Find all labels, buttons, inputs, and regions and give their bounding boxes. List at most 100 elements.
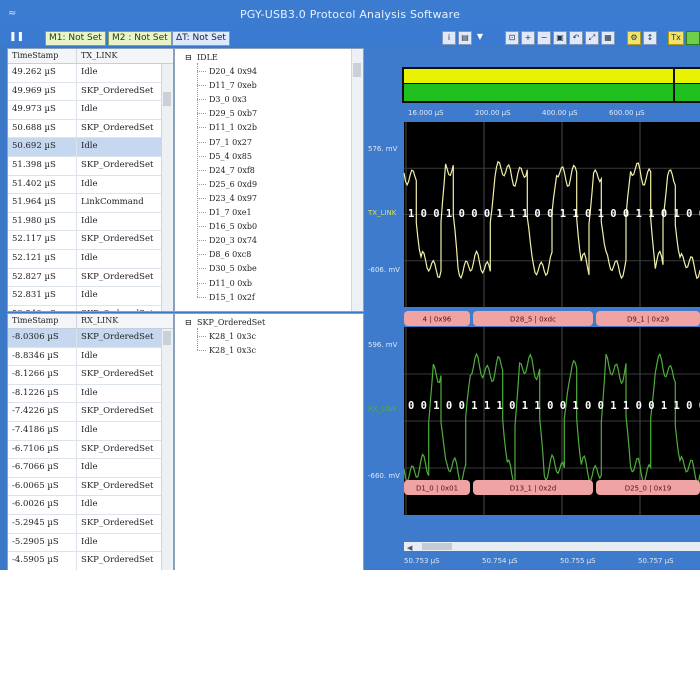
table-row[interactable]: 52.827 µS SKP_OrderedSet	[8, 268, 173, 288]
tree-connector	[197, 113, 206, 115]
grid-icon[interactable]: ▦	[601, 31, 615, 45]
tree-connector	[197, 240, 206, 242]
rx-table-body: -8.0306 µS SKP_OrderedSet -8.8346 µS Idle -8…	[8, 329, 173, 570]
overview-tick-label: 600.00 µS	[609, 109, 645, 117]
table-row[interactable]: -6.0026 µS Idle	[8, 496, 173, 515]
tx-tree-scrollbar[interactable]	[351, 49, 363, 311]
tree-connector	[197, 350, 206, 351]
zoom-out-icon[interactable]: −	[537, 31, 551, 45]
table-row[interactable]: -7.4226 µS SKP_OrderedSet	[8, 403, 173, 422]
tx-table-scrollbar[interactable]	[161, 64, 173, 311]
tx-decode-tree: ⊟ IDLE D20_4 0x94 D11_7 0xeb D3_0 0x3 D29_5…	[174, 48, 364, 312]
tree-item[interactable]: D1_7 0xe1	[209, 208, 252, 217]
table-row[interactable]: 49.973 µS Idle	[8, 101, 173, 120]
table-row[interactable]: -6.7106 µS SKP_OrderedSet	[8, 440, 173, 460]
tree-item[interactable]: D20_4 0x94	[209, 67, 257, 76]
table-row[interactable]: -6.7066 µS Idle	[8, 459, 173, 478]
tree-item[interactable]: D20_3 0x74	[209, 236, 257, 245]
row-timestamp: -5.2905 µS	[8, 533, 77, 552]
tree-item[interactable]: D23_4 0x97	[209, 194, 257, 203]
row-timestamp: 51.402 µS	[8, 175, 77, 194]
table-row[interactable]: 51.398 µS SKP_OrderedSet	[8, 156, 173, 176]
table-row[interactable]: -5.2905 µS Idle	[8, 533, 173, 553]
sort-icon[interactable]: ↕	[643, 31, 657, 45]
tree-item[interactable]: D15_1 0x2f	[209, 293, 255, 302]
tree-connector	[197, 183, 206, 185]
time-tick-label: 50.755 µS	[560, 557, 596, 565]
tree-connector	[197, 85, 206, 87]
undo-icon[interactable]: ↶	[569, 31, 583, 45]
settings-icon[interactable]: ⚙	[627, 31, 641, 45]
rx-tree-collapse-icon[interactable]: ⊟	[185, 318, 192, 327]
tree-item[interactable]: K28_1 0x3c	[209, 346, 256, 355]
tx-tree-root[interactable]: IDLE	[197, 53, 218, 62]
tree-item[interactable]: D16_5 0xb0	[209, 222, 257, 231]
tree-item[interactable]: D25_6 0xd9	[209, 180, 257, 189]
table-row[interactable]: 51.964 µS LinkCommand	[8, 194, 173, 213]
table-row[interactable]: 52.117 µS SKP_OrderedSet	[8, 231, 173, 250]
tree-item[interactable]: D7_1 0x27	[209, 138, 252, 147]
tx-tree-scroll-thumb[interactable]	[353, 63, 361, 77]
table-row[interactable]: 52.121 µS Idle	[8, 249, 173, 269]
tree-connector	[197, 99, 206, 101]
marker-m2-button[interactable]: M2 : Not Set	[108, 31, 172, 46]
tree-item[interactable]: K28_1 0x3c	[209, 332, 256, 341]
row-timestamp: -6.7106 µS	[8, 440, 77, 459]
zoom-fit-icon[interactable]: ⊡	[505, 31, 519, 45]
table-row[interactable]: -6.0065 µS SKP_OrderedSet	[8, 477, 173, 497]
tree-item[interactable]: D11_0 0xb	[209, 279, 252, 288]
tree-item[interactable]: D29_5 0xb7	[209, 109, 257, 118]
pdf-icon[interactable]: ▤	[458, 31, 472, 45]
zoom-in-icon[interactable]: +	[521, 31, 535, 45]
expand-icon[interactable]: ⤢	[585, 31, 599, 45]
row-timestamp: -8.8346 µS	[8, 347, 77, 366]
table-row[interactable]: 50.692 µS Idle	[8, 138, 173, 157]
tree-item[interactable]: D11_1 0x2b	[209, 123, 257, 132]
table-row[interactable]: 52.831 µS Idle	[8, 287, 173, 306]
row-timestamp: 49.969 µS	[8, 82, 77, 101]
marker-m1-button[interactable]: M1: Not Set	[45, 31, 106, 46]
delta-t-button[interactable]: ΔT: Not Set	[172, 31, 230, 46]
tx-scroll-thumb[interactable]	[163, 92, 171, 106]
tx-symbol-segments: 4 | 0x96 D28_5 | 0xdc D9_1 | 0x29	[404, 311, 700, 326]
table-row[interactable]: -8.8346 µS Idle	[8, 347, 173, 367]
tx-tree-collapse-icon[interactable]: ⊟	[185, 53, 192, 62]
tree-connector	[197, 63, 199, 297]
tx-col-event[interactable]: TX_LINK	[77, 49, 117, 63]
tree-connector	[197, 282, 206, 284]
tree-item[interactable]: D11_7 0xeb	[209, 81, 257, 90]
rx-icon[interactable]	[686, 31, 700, 45]
waveform-svg[interactable]: 16.000 µS 200.00 µS 400.00 µS 600.00 µS 576…	[364, 47, 700, 570]
rx-col-event[interactable]: RX_LINK	[77, 314, 118, 328]
table-row[interactable]: -8.1226 µS Idle	[8, 384, 173, 404]
filter-icon[interactable]: ▼	[474, 31, 486, 43]
row-event: SKP_OrderedSet	[81, 555, 154, 566]
table-row[interactable]: 51.980 µS Idle	[8, 212, 173, 232]
tree-item[interactable]: D8_6 0xc8	[209, 250, 251, 259]
tx-col-timestamp[interactable]: TimeStamp	[8, 49, 77, 63]
rx-scroll-thumb[interactable]	[163, 331, 171, 345]
rx-table-scrollbar[interactable]	[161, 329, 173, 570]
rx-col-timestamp[interactable]: TimeStamp	[8, 314, 77, 328]
row-timestamp: 52.117 µS	[8, 231, 77, 249]
table-row[interactable]: 53.549 µSSKP_OrderedSet	[8, 305, 173, 311]
tree-item[interactable]: D30_5 0xbe	[209, 264, 257, 273]
table-row[interactable]: -5.2945 µS SKP_OrderedSet	[8, 514, 173, 534]
table-row[interactable]: 49.262 µS Idle	[8, 64, 173, 83]
table-row[interactable]: -8.0306 µS SKP_OrderedSet	[8, 329, 173, 348]
table-row[interactable]: -4.5905 µS SKP_OrderedSet	[8, 552, 173, 570]
rx-tree-root[interactable]: SKP_OrderedSet	[197, 318, 265, 327]
tree-item[interactable]: D3_0 0x3	[209, 95, 247, 104]
info-icon[interactable]: i	[442, 31, 456, 45]
zoom-region-icon[interactable]: ▣	[553, 31, 567, 45]
table-row[interactable]: 50.688 µS SKP_OrderedSet	[8, 119, 173, 139]
pause-button[interactable]: ❚❚	[6, 31, 27, 44]
table-row[interactable]: -7.4186 µS Idle	[8, 421, 173, 441]
tree-item[interactable]: D5_4 0x85	[209, 152, 252, 161]
tx-icon[interactable]: Tx	[668, 31, 684, 45]
table-row[interactable]: 51.402 µS Idle	[8, 175, 173, 195]
table-row[interactable]: -8.1266 µS SKP_OrderedSet	[8, 366, 173, 385]
tree-item[interactable]: D24_7 0xf8	[209, 166, 255, 175]
rx-bit-sequence: 0 0 1 0 0 1 1 1 0 1 1 0 0 1 0 0 1 1 0 0 …	[408, 400, 700, 412]
table-row[interactable]: 49.969 µS SKP_OrderedSet	[8, 82, 173, 102]
